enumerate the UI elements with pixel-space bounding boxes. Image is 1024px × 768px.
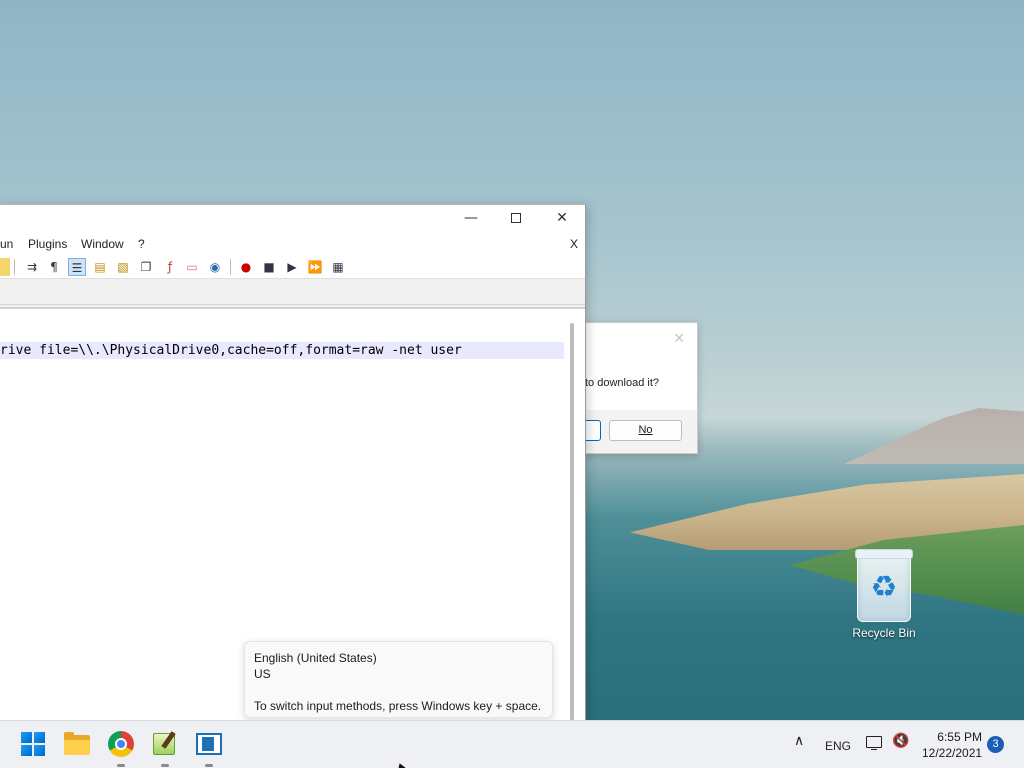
virtual-machine-button[interactable] xyxy=(196,731,222,767)
toolbar-separator xyxy=(230,259,231,275)
clock-date: 12/22/2021 xyxy=(922,746,983,760)
monitoring-icon[interactable]: ◉ xyxy=(206,258,224,276)
notepad-plus-plus-button[interactable] xyxy=(152,731,178,767)
file-explorer-button[interactable] xyxy=(64,731,90,757)
input-language-indicator[interactable]: ENG xyxy=(825,739,851,753)
no-button[interactable]: No xyxy=(609,420,682,441)
start-recording-icon[interactable]: ● xyxy=(237,258,255,276)
clock[interactable]: 6:55 PM 12/22/2021 xyxy=(922,729,982,761)
menu-window[interactable]: Window xyxy=(81,237,124,251)
menu-plugins[interactable]: Plugins xyxy=(28,237,67,251)
recycle-bin-icon: ♻ xyxy=(855,549,913,622)
wallpaper-mountain xyxy=(844,408,1024,464)
close-document-button[interactable]: X xyxy=(570,237,578,251)
folder-icon xyxy=(64,740,90,755)
taskbar: ∧ ENG 🔇 6:55 PM 12/22/2021 3 xyxy=(0,720,1024,768)
chrome-icon xyxy=(115,738,127,750)
dialog-close-icon[interactable]: ✕ xyxy=(673,331,685,347)
running-indicator xyxy=(205,764,213,767)
toolbar-separator xyxy=(14,259,15,275)
menu-run[interactable]: un xyxy=(0,237,13,251)
toolbar: ⇉ ¶ ☰ ▤ ▧ ❐ ƒ ▭ ◉ ● ■ ▶ ⏩ ▦ xyxy=(0,255,585,279)
ime-layout: US xyxy=(254,667,271,681)
stop-recording-icon[interactable]: ■ xyxy=(260,258,278,276)
clock-time: 6:55 PM xyxy=(937,730,982,744)
save-macro-icon[interactable]: ▦ xyxy=(329,258,347,276)
chrome-button[interactable] xyxy=(108,731,134,767)
word-wrap-icon[interactable]: ⇉ xyxy=(23,258,41,276)
document-list-icon[interactable]: ❐ xyxy=(137,258,155,276)
title-bar[interactable]: — ✕ xyxy=(0,205,585,234)
macro-record-partial-icon[interactable] xyxy=(0,258,10,276)
vertical-scrollbar[interactable] xyxy=(570,323,574,721)
ime-hint: To switch input methods, press Windows k… xyxy=(254,699,542,713)
menu-bar: un Plugins Window ? X xyxy=(0,234,585,255)
indent-guide-icon[interactable]: ☰ xyxy=(68,258,86,276)
show-all-characters-icon[interactable]: ¶ xyxy=(45,258,63,276)
close-button[interactable]: ✕ xyxy=(539,205,585,234)
input-method-tooltip: English (United States) US To switch inp… xyxy=(244,641,553,718)
recycle-bin-label: Recycle Bin xyxy=(852,626,916,640)
start-button[interactable] xyxy=(20,731,46,757)
windows-logo-icon xyxy=(21,732,32,743)
volume-muted-icon[interactable]: 🔇 xyxy=(892,733,909,749)
running-indicator xyxy=(161,764,169,767)
function-list-icon[interactable]: ƒ xyxy=(161,258,179,276)
network-icon[interactable] xyxy=(866,736,882,750)
recycle-bin-shortcut[interactable]: ♻ Recycle Bin xyxy=(846,549,922,640)
run-macro-multiple-icon[interactable]: ⏩ xyxy=(306,258,324,276)
code-line[interactable]: rive file=\\.\PhysicalDrive0,cache=off,f… xyxy=(0,343,462,358)
maximize-button[interactable] xyxy=(493,205,539,234)
recycle-arrows-icon: ♻ xyxy=(870,570,898,605)
menu-help[interactable]: ? xyxy=(138,237,145,251)
user-language-icon[interactable]: ▤ xyxy=(91,258,109,276)
notification-badge[interactable]: 3 xyxy=(987,736,1004,753)
document-map-icon[interactable]: ▧ xyxy=(114,258,132,276)
show-hidden-icons-chevron-icon[interactable]: ∧ xyxy=(794,733,804,749)
dialog-message: to download it? xyxy=(585,377,659,389)
running-indicator xyxy=(117,764,125,767)
folder-as-workspace-icon[interactable]: ▭ xyxy=(183,258,201,276)
tab-bar xyxy=(0,279,585,305)
minimize-button[interactable]: — xyxy=(448,205,494,234)
playback-icon[interactable]: ▶ xyxy=(283,258,301,276)
maximize-icon xyxy=(511,213,521,223)
ime-language: English (United States) xyxy=(254,651,377,665)
